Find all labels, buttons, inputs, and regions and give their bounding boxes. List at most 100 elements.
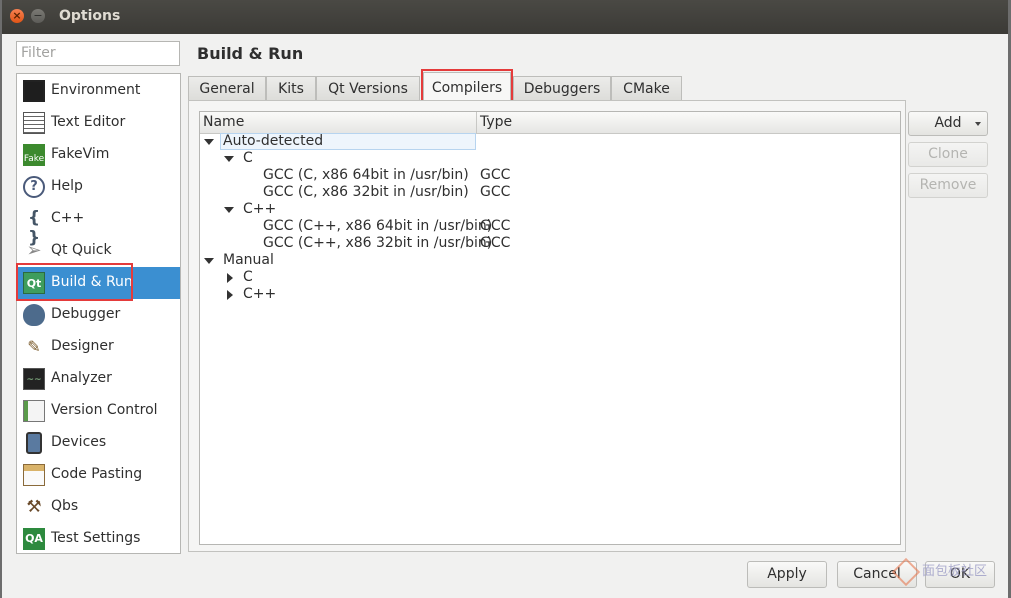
expand-arrow-icon[interactable] bbox=[204, 258, 214, 264]
tree-row-label: C++ bbox=[243, 201, 277, 217]
dropdown-arrow-icon bbox=[975, 122, 981, 126]
column-header-name[interactable]: Name bbox=[203, 114, 244, 130]
help-icon: ? bbox=[23, 176, 45, 198]
sidebar-item-label: Test Settings bbox=[51, 530, 141, 546]
minimize-window-button[interactable]: − bbox=[31, 9, 45, 23]
sidebar-item-label: Code Pasting bbox=[51, 466, 143, 482]
expand-arrow-icon[interactable] bbox=[224, 207, 234, 213]
expand-arrow-icon[interactable] bbox=[224, 156, 234, 162]
tree-row-type: GCC bbox=[480, 184, 511, 200]
sidebar-item-fakevim[interactable]: Fake FakeVim bbox=[18, 139, 180, 171]
sidebar-item-label: Designer bbox=[51, 338, 114, 354]
braces-icon: { } bbox=[27, 208, 41, 248]
title-bar: × − Options bbox=[2, 0, 1008, 34]
sidebar-item-label: Environment bbox=[51, 82, 141, 98]
tree-row-label: GCC (C++, x86 32bit in /usr/bin) bbox=[263, 235, 493, 251]
watermark-logo-icon bbox=[891, 557, 921, 587]
tree-row-cpp[interactable]: C++ bbox=[200, 286, 900, 303]
fakevim-icon: Fake bbox=[23, 144, 45, 166]
sidebar-item-help[interactable]: ? Help bbox=[18, 171, 180, 203]
tree-row-type: GCC bbox=[480, 218, 511, 234]
sidebar-item-text-editor[interactable]: Text Editor bbox=[18, 107, 180, 139]
sidebar-item-label: Qbs bbox=[51, 498, 79, 514]
sidebar-item-label: Devices bbox=[51, 434, 107, 450]
tree-row-label: C++ bbox=[243, 286, 277, 302]
tree-row-gcc[interactable]: GCC (C, x86 32bit in /usr/bin) GCC bbox=[200, 184, 900, 201]
sidebar-item-designer[interactable]: ✎ Designer bbox=[18, 331, 180, 363]
watermark: 面包板社区 bbox=[890, 556, 1008, 592]
sidebar-item-debugger[interactable]: Debugger bbox=[18, 299, 180, 331]
tab-debuggers[interactable]: Debuggers bbox=[513, 76, 611, 101]
tab-kits[interactable]: Kits bbox=[266, 76, 316, 101]
category-sidebar: Environment Text Editor Fake FakeVim ? H… bbox=[16, 73, 181, 554]
tree-row-label: GCC (C, x86 64bit in /usr/bin) bbox=[263, 167, 469, 183]
tree-row-type: GCC bbox=[480, 235, 511, 251]
version-control-icon bbox=[23, 400, 45, 422]
sidebar-item-label: Help bbox=[51, 178, 83, 194]
compiler-tree[interactable]: Name Type Auto-detected C GCC (C, x86 64… bbox=[199, 111, 901, 545]
hammer-icon: ⚒ bbox=[26, 497, 42, 517]
sidebar-item-label: FakeVim bbox=[51, 146, 110, 162]
tree-row-gcc[interactable]: GCC (C++, x86 64bit in /usr/bin) GCC bbox=[200, 218, 900, 235]
options-dialog: × − Options Filter Environment Text Edit… bbox=[2, 0, 1008, 598]
expand-arrow-icon[interactable] bbox=[204, 139, 214, 145]
sidebar-item-label: Text Editor bbox=[51, 114, 126, 130]
column-separator bbox=[476, 112, 477, 133]
sidebar-item-devices[interactable]: Devices bbox=[18, 427, 180, 459]
collapse-arrow-icon[interactable] bbox=[227, 273, 233, 283]
sidebar-item-label: C++ bbox=[51, 210, 85, 226]
monitor-icon bbox=[23, 80, 45, 102]
collapse-arrow-icon[interactable] bbox=[227, 290, 233, 300]
tree-row-gcc[interactable]: GCC (C, x86 64bit in /usr/bin) GCC bbox=[200, 167, 900, 184]
text-editor-icon bbox=[23, 112, 45, 134]
sidebar-item-test-settings[interactable]: QA Test Settings bbox=[18, 523, 180, 555]
sidebar-item-label: Debugger bbox=[51, 306, 121, 322]
sidebar-item-environment[interactable]: Environment bbox=[18, 75, 180, 107]
tree-row-type: GCC bbox=[480, 167, 511, 183]
sidebar-item-version-control[interactable]: Version Control bbox=[18, 395, 180, 427]
tree-row-label: GCC (C++, x86 64bit in /usr/bin) bbox=[263, 218, 493, 234]
sidebar-item-label: Analyzer bbox=[51, 370, 112, 386]
qa-badge: QA bbox=[25, 532, 43, 545]
window-title: Options bbox=[59, 8, 121, 24]
annotation-highlight-tab bbox=[421, 69, 513, 104]
add-button-label: Add bbox=[934, 115, 962, 131]
tab-cmake[interactable]: CMake bbox=[611, 76, 682, 101]
tree-row-label: Manual bbox=[223, 252, 274, 268]
tree-row-cpp[interactable]: C++ bbox=[200, 201, 900, 218]
tree-row-c[interactable]: C bbox=[200, 150, 900, 167]
sidebar-item-cpp[interactable]: { } C++ bbox=[18, 203, 180, 248]
sidebar-item-label: Qt Quick bbox=[51, 242, 112, 258]
tree-row-label: C bbox=[243, 269, 253, 285]
annotation-highlight-sidebar bbox=[16, 263, 133, 301]
clone-button[interactable]: Clone bbox=[908, 142, 988, 167]
analyzer-icon: ~~ bbox=[23, 368, 45, 390]
apply-button[interactable]: Apply bbox=[747, 561, 827, 588]
filter-input[interactable]: Filter bbox=[16, 41, 180, 66]
tree-row-manual[interactable]: Manual bbox=[200, 252, 900, 269]
bug-icon bbox=[23, 304, 45, 326]
sidebar-item-code-pasting[interactable]: Code Pasting bbox=[18, 459, 180, 491]
tree-row-gcc[interactable]: GCC (C++, x86 32bit in /usr/bin) GCC bbox=[200, 235, 900, 252]
tree-header: Name Type bbox=[200, 112, 900, 134]
tab-qt-versions[interactable]: Qt Versions bbox=[316, 76, 420, 101]
tree-row-c[interactable]: C bbox=[200, 269, 900, 286]
device-icon bbox=[26, 432, 42, 454]
tree-row-label: Auto-detected bbox=[223, 133, 324, 149]
add-button[interactable]: Add bbox=[908, 111, 988, 136]
page-title: Build & Run bbox=[197, 44, 304, 63]
column-header-type[interactable]: Type bbox=[480, 114, 512, 130]
tree-row-label: GCC (C, x86 32bit in /usr/bin) bbox=[263, 184, 469, 200]
remove-button[interactable]: Remove bbox=[908, 173, 988, 198]
sidebar-item-label: Version Control bbox=[51, 402, 158, 418]
clipboard-icon bbox=[23, 464, 45, 486]
qa-icon: QA bbox=[23, 528, 45, 550]
close-window-button[interactable]: × bbox=[10, 9, 24, 23]
tab-general[interactable]: General bbox=[188, 76, 266, 101]
tree-row-auto-detected[interactable]: Auto-detected bbox=[200, 133, 900, 150]
designer-icon: ✎ bbox=[27, 337, 41, 356]
watermark-text: 面包板社区 bbox=[922, 564, 988, 579]
tree-row-label: C bbox=[243, 150, 253, 166]
sidebar-item-qbs[interactable]: ⚒ Qbs bbox=[18, 491, 180, 523]
sidebar-item-analyzer[interactable]: ~~ Analyzer bbox=[18, 363, 180, 395]
